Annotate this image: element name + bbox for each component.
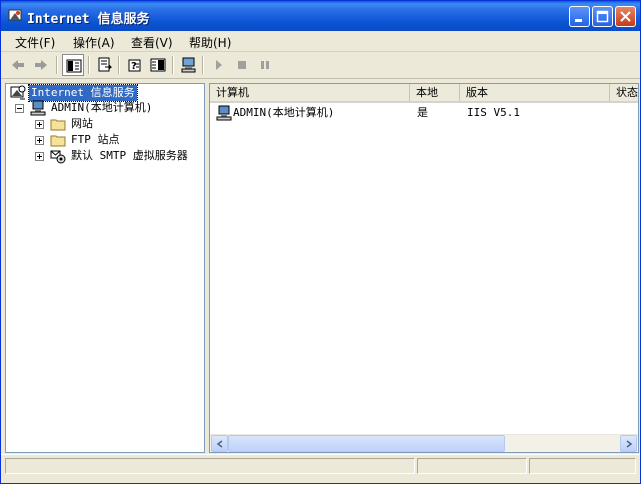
forward-arrow-icon — [35, 60, 47, 70]
websites-expand-toggle[interactable] — [35, 120, 44, 129]
show-tree-button[interactable] — [62, 54, 84, 76]
column-status[interactable]: 状态 — [610, 84, 638, 101]
list-row[interactable]: ADMIN(本地计算机) 是 IIS V5.1 — [210, 105, 638, 121]
chevron-left-icon — [216, 440, 223, 448]
stop-button[interactable] — [231, 54, 253, 76]
chevron-right-icon — [626, 440, 633, 448]
menu-help[interactable]: 帮助(H) — [189, 34, 231, 51]
status-bar — [1, 454, 640, 477]
connect-computer-button[interactable] — [178, 54, 200, 76]
tree-computer-label[interactable]: ADMIN(本地计算机) — [49, 100, 154, 116]
main-window: Internet 信息服务 文件(F) 操作(A) 查看(V) 帮助(H) ? … — [0, 0, 641, 484]
row-version: IIS V5.1 — [467, 106, 520, 119]
scroll-left-button[interactable] — [211, 435, 228, 452]
tree-smtp-label[interactable]: 默认 SMTP 虚拟服务器 — [69, 148, 190, 164]
menu-file[interactable]: 文件(F) — [15, 34, 55, 51]
column-version[interactable]: 版本 — [460, 84, 610, 101]
back-arrow-icon — [12, 60, 24, 70]
row-computer-name: ADMIN(本地计算机) — [233, 106, 335, 119]
computer-collapse-toggle[interactable] — [15, 104, 24, 113]
toolbar: ? — [1, 52, 640, 79]
back-button[interactable] — [7, 54, 29, 76]
ftp-expand-toggle[interactable] — [35, 136, 44, 145]
smtp-server-icon — [50, 150, 66, 164]
show-tree-icon — [66, 59, 82, 73]
start-button[interactable] — [208, 54, 230, 76]
tree-websites-label[interactable]: 网站 — [69, 116, 95, 132]
scroll-thumb[interactable] — [228, 435, 505, 452]
menu-action[interactable]: 操作(A) — [73, 34, 115, 51]
close-icon — [620, 11, 631, 22]
stop-icon — [238, 61, 246, 69]
toolbar-separator — [202, 56, 204, 74]
tree-root-label[interactable]: Internet 信息服务 — [28, 84, 138, 102]
title-bar[interactable]: Internet 信息服务 — [1, 1, 640, 31]
connect-computer-icon — [181, 57, 196, 73]
tree-pane[interactable]: Internet 信息服务 ADMIN(本地计算机) 网站 FTP 站点 默认 … — [5, 83, 205, 453]
pause-icon — [261, 61, 269, 69]
toolbar-separator — [56, 56, 58, 74]
window-bottom-border — [1, 476, 640, 483]
smtp-expand-toggle[interactable] — [35, 152, 44, 161]
play-icon — [216, 60, 222, 70]
help-properties-icon: ? — [128, 59, 141, 72]
status-panel-secondary — [417, 458, 527, 474]
maximize-button[interactable] — [592, 6, 613, 27]
menu-bar: 文件(F) 操作(A) 查看(V) 帮助(H) — [1, 31, 640, 52]
export-list-icon — [98, 57, 113, 72]
detail-view-button[interactable] — [147, 54, 169, 76]
menu-view[interactable]: 查看(V) — [131, 34, 173, 51]
pause-button[interactable] — [254, 54, 276, 76]
column-computer[interactable]: 计算机 — [210, 84, 410, 101]
folder-icon — [50, 119, 66, 131]
status-panel-main — [5, 458, 415, 474]
status-panel-tertiary — [529, 458, 636, 474]
help-properties-button[interactable]: ? — [124, 54, 146, 76]
row-local: 是 — [417, 106, 428, 119]
iis-root-icon — [10, 85, 26, 100]
minimize-icon — [575, 19, 582, 22]
column-header-bar: 计算机 本地 版本 状态 — [210, 84, 638, 103]
window-title: Internet 信息服务 — [27, 12, 150, 27]
computer-icon — [216, 105, 232, 121]
minimize-button[interactable] — [569, 6, 590, 27]
column-local[interactable]: 本地 — [410, 84, 460, 101]
export-list-button[interactable] — [94, 54, 116, 76]
maximize-icon — [596, 10, 609, 23]
scroll-right-button[interactable] — [620, 435, 637, 452]
toolbar-separator — [118, 56, 120, 74]
computer-icon — [30, 100, 46, 116]
forward-button[interactable] — [30, 54, 52, 76]
iis-app-icon — [8, 9, 22, 21]
toolbar-separator — [172, 56, 174, 74]
folder-icon — [50, 135, 66, 147]
close-button[interactable] — [615, 6, 636, 27]
list-pane[interactable]: 计算机 本地 版本 状态 ADMIN(本地计算机) 是 IIS V5.1 — [209, 83, 639, 453]
detail-view-icon — [150, 58, 166, 72]
tree-ftp-label[interactable]: FTP 站点 — [69, 132, 122, 148]
toolbar-separator — [88, 56, 90, 74]
horizontal-scrollbar[interactable] — [210, 434, 638, 452]
